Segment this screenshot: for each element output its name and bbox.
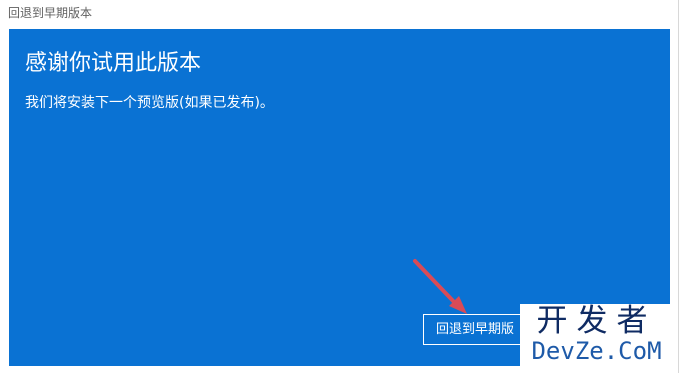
title-bar: 回退到早期版本: [0, 0, 678, 29]
watermark-en-text: DevZe.CoM: [531, 337, 662, 365]
window-title: 回退到早期版本: [8, 6, 93, 20]
page-title: 感谢你试用此版本: [25, 51, 202, 76]
description-text: 我们将安装下一个预览版(如果已发布)。: [25, 95, 274, 111]
watermark-logo: 开发者 DevZe.CoM: [520, 304, 673, 366]
rollback-dialog-window: 回退到早期版本 感谢你试用此版本 我们将安装下一个预览版(如果已发布)。 回退到…: [0, 0, 679, 373]
watermark-cn-text: 开发者: [536, 303, 657, 339]
arrow-icon: [413, 259, 467, 314]
